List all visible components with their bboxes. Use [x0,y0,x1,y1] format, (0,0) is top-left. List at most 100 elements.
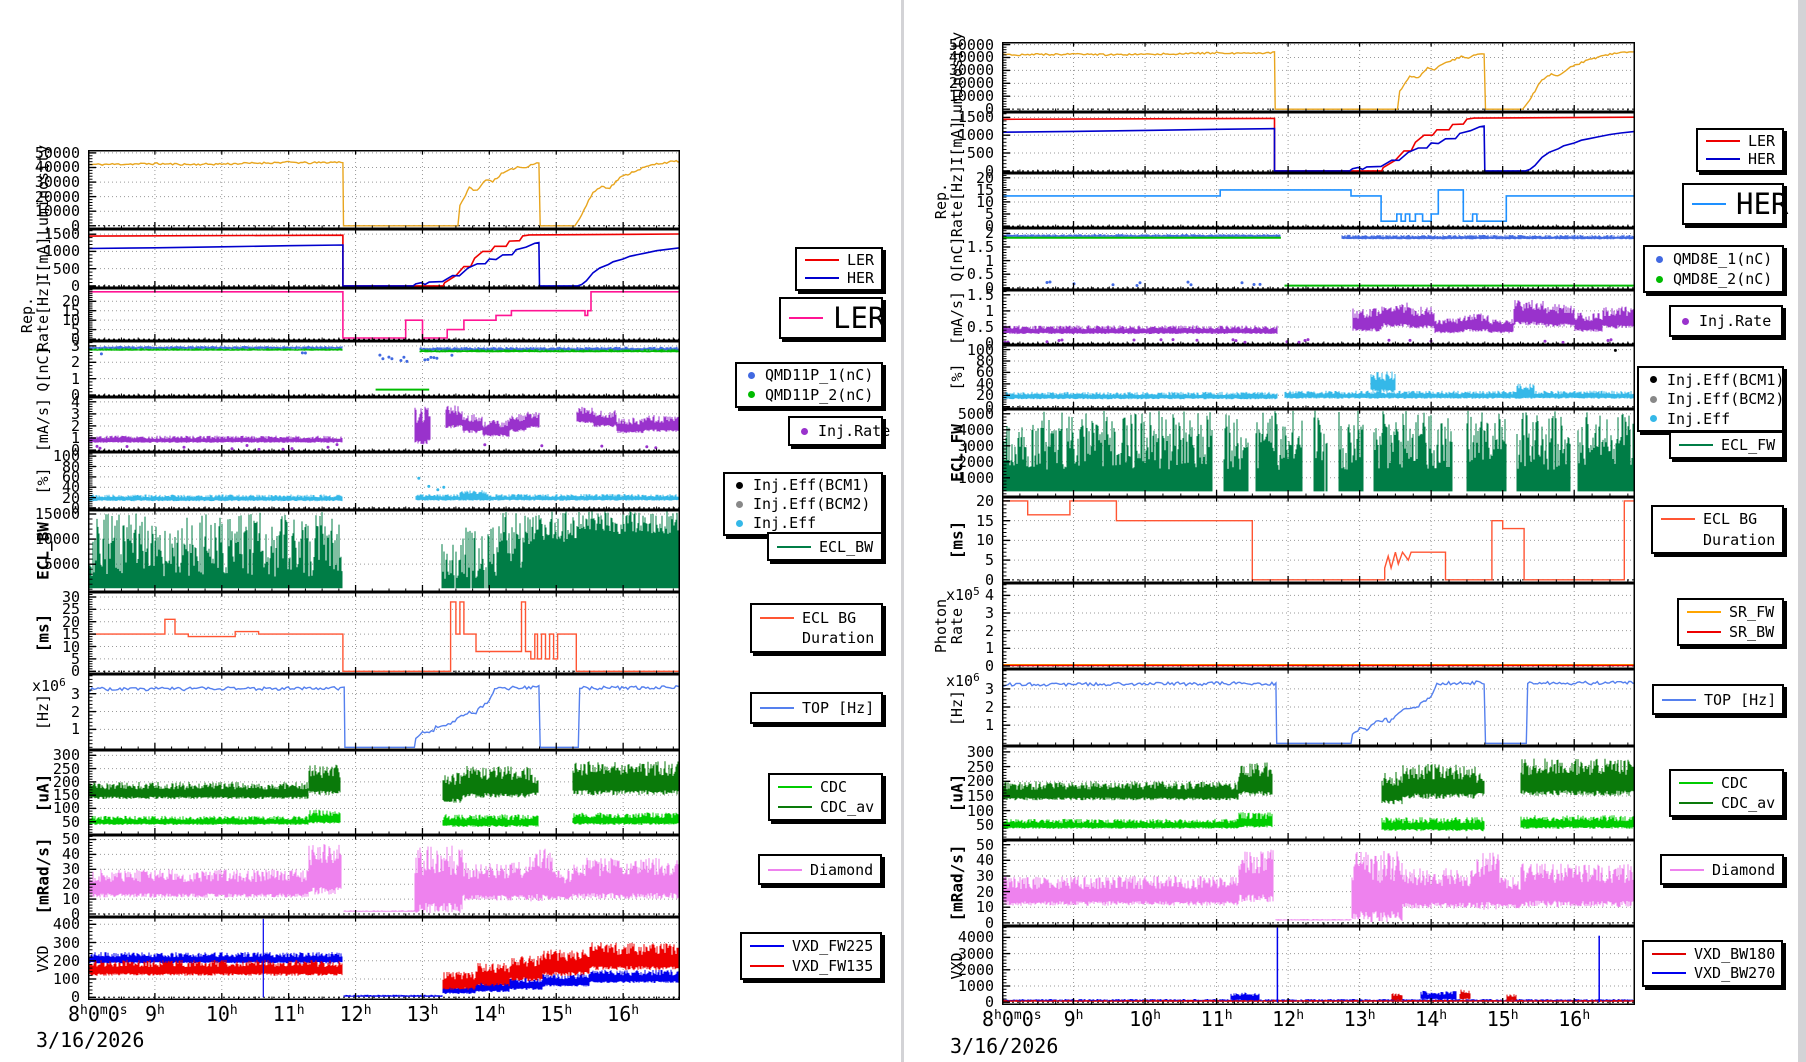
beam-monitor-page: 3/16/2026 3/16/2026 01000020000300004000… [0,0,1806,1062]
legend-dot-marker [729,501,749,508]
legend-label: LER [1748,132,1775,150]
axis-scale-note: x106 [32,676,66,695]
subplot-left-ecl-bw [88,510,680,592]
subplot-left-cdc-current [88,750,680,835]
x-tick-label: 14h [473,1002,505,1026]
y-tick-label: 15000 [22,506,80,522]
y-axis-title: [mRad/s] [34,837,53,914]
legend-label: Inj.Rate [1699,312,1771,330]
subplot-left-charge [88,341,680,397]
legend-label: VXD_FW225 [792,937,873,955]
legend-ecl-bg: ECL BGDuration [750,603,883,653]
legend-label: CDC [1721,774,1748,792]
legend-label: TOP [Hz] [1704,691,1776,709]
legend-line-marker [774,806,816,808]
subplot-left-ecl-bg-duration [88,592,680,674]
y-tick-label: 1000 [936,978,994,994]
subplot-right-vxd-rate [1002,926,1635,1005]
y-axis-title: [Hz] [948,689,966,725]
axis-scale-note: x106 [946,671,980,690]
y-axis-title: [mA/s] [34,397,52,451]
legend-line-marker [1675,444,1717,446]
legend-label: Inj.Eff(BCM1) [753,476,870,494]
axis-scale-note: x105 [946,585,980,604]
subplot-left-inj-rate [88,397,680,452]
y-tick-label: 250 [936,759,994,775]
legend-label: SR_BW [1729,623,1774,641]
y-tick-label: 100 [22,448,80,464]
y-axis-title: ECL_FW [948,424,967,482]
x-tick-label: 10h [1129,1007,1161,1031]
x-tick-label: 13h [1344,1007,1376,1031]
legend-inj-eff-bcm1: Inj.Eff(BCM1)Inj.Eff(BCM2)Inj.Eff [1637,366,1784,432]
legend-line-marker [1648,953,1690,955]
date-label-left: 3/16/2026 [36,1028,144,1052]
subplot-right-charge [1002,228,1635,290]
legend-line-marker [764,869,806,871]
legend-label: QMD8E_2(nC) [1673,270,1772,288]
legend-line-marker [1675,802,1717,804]
subplot-left-rep-rate [88,288,680,341]
legend-line-marker [1702,140,1744,142]
legend-qmd11p-1-nc: QMD11P_1(nC)QMD11P_2(nC) [735,362,883,408]
y-tick-label: 50 [936,817,994,833]
legend-label: QMD11P_2(nC) [765,386,873,404]
legend-label: LER [833,301,885,335]
legend-label: ECL_BW [819,538,873,556]
x-tick-label: 9h [1064,1007,1084,1031]
legend-label: QMD8E_1(nC) [1673,250,1772,268]
subplot-left-luminosity [88,150,680,229]
legend-label: HER [847,269,874,287]
legend-dot-marker [741,372,761,379]
legend-dot-marker [1649,276,1669,283]
y-tick-label: 4000 [936,929,994,945]
legend-line-marker [774,786,816,788]
legend-dot-marker [1643,396,1663,403]
legend-dot-marker [729,482,749,489]
legend-dot-marker [1643,415,1663,422]
legend-vxd-bw180: VXD_BW180VXD_BW270 [1642,940,1783,987]
x-tick-label: 11h [273,1002,305,1026]
legend-ecl-fw: ECL_FW [1669,431,1784,459]
x-tick-label: 8h0m0s [982,1007,1042,1031]
y-axis-title: Luminosity [34,144,52,234]
legend-line-marker [746,945,788,947]
legend-line-marker [756,707,798,709]
legend-line-marker [785,317,827,319]
legend-label: CDC [820,778,847,796]
y-tick-label: 5000 [936,406,994,422]
legend-line-marker [1666,869,1708,871]
legend-line-marker [1658,699,1700,701]
x-tick-label: 13h [406,1002,438,1026]
y-axis-title: VXD [948,952,966,979]
legend-her: HER [1682,183,1784,225]
legend-label: Inj.Eff(BCM1) [1667,371,1784,389]
subplot-right-diamond-dose [1002,840,1635,926]
legend-ecl-bg: ECL BGDuration [1651,505,1784,554]
legend-line-marker [1675,782,1717,784]
y-axis-title: [ms] [34,614,53,653]
y-axis-title: Q[nC] [34,346,52,391]
legend-top-hz: TOP [Hz] [1652,684,1784,715]
subplot-right-inj-eff [1002,345,1635,409]
legend-line-marker [1688,203,1730,205]
legend-label: Inj.Eff(BCM2) [753,495,870,513]
legend-label: HER [1736,187,1788,221]
y-axis-title: [Hz] [34,694,52,730]
subplot-right-ecl-fw [1002,409,1635,497]
legend-label: VXD_FW135 [792,957,873,975]
x-tick-label: 12h [1272,1007,1304,1031]
x-tick-label: 15h [540,1002,572,1026]
y-tick-label: 300 [936,744,994,760]
legend-line-marker [746,965,788,967]
legend-label: Inj.Rate [818,422,890,440]
legend-line-marker [1702,158,1744,160]
legend-sr-fw: SR_FWSR_BW [1677,598,1784,646]
legend-top-hz: TOP [Hz] [750,692,883,724]
y-axis-title: [%] [948,363,966,390]
legend-label: VXD_BW270 [1694,964,1775,982]
legend-ler: LERHER [795,247,883,291]
legend-label: ECL BG [802,609,856,627]
legend-label: Diamond [810,861,873,879]
legend-cdc: CDCCDC_av [768,773,883,821]
